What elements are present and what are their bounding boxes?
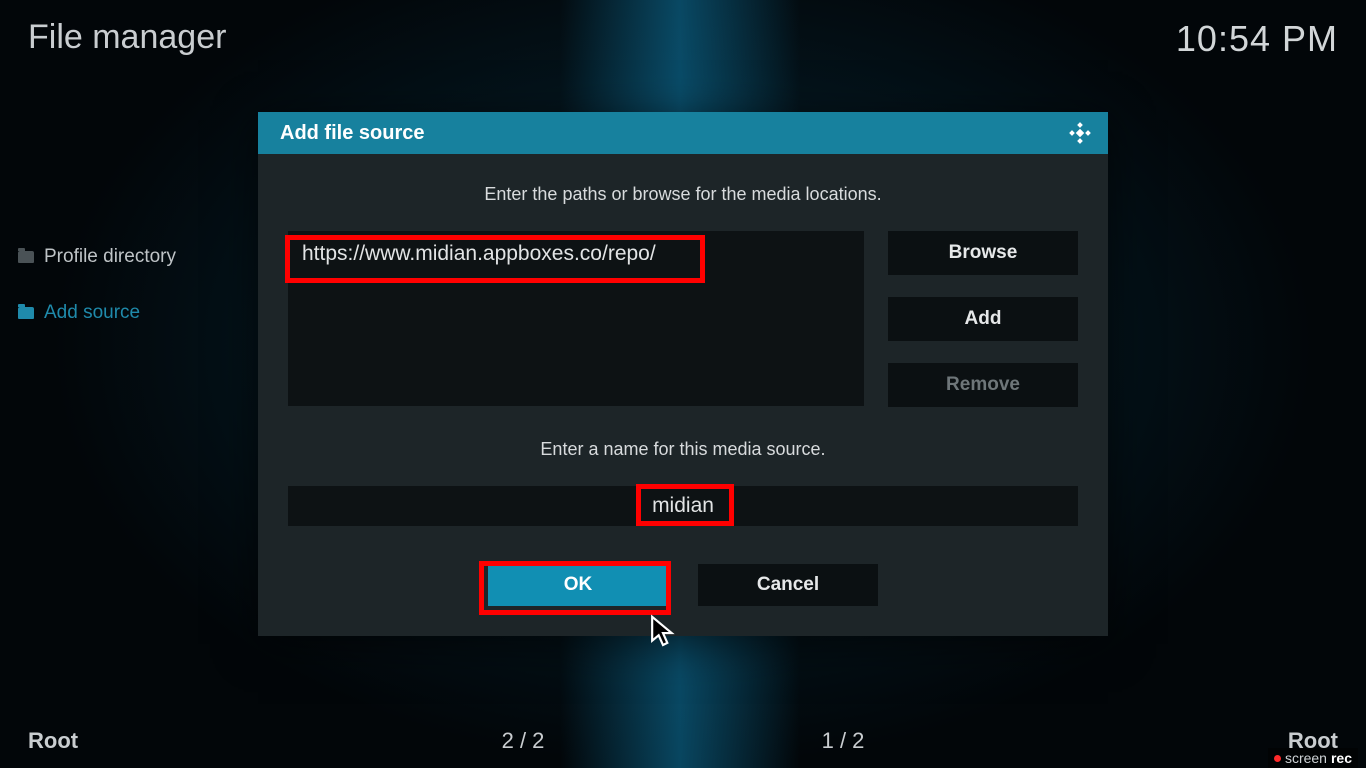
kodi-logo-icon [1068, 121, 1092, 145]
watermark-text-1: screen [1285, 750, 1327, 766]
page-title: File manager [28, 18, 226, 57]
paths-listbox[interactable]: https://www.midian.appboxes.co/repo/ [288, 231, 864, 406]
source-name-input[interactable]: midian [288, 486, 1078, 526]
name-instruction: Enter a name for this media source. [288, 439, 1078, 460]
source-url-input[interactable]: https://www.midian.appboxes.co/repo/ [288, 231, 864, 277]
footer-bar: Root 2 / 2 1 / 2 Root [28, 728, 1338, 754]
screenrec-watermark: screen rec [1268, 748, 1358, 768]
watermark-text-2: rec [1331, 750, 1352, 766]
add-button[interactable]: Add [888, 297, 1078, 341]
add-file-source-dialog: Add file source Enter the paths or brows… [258, 112, 1108, 636]
sidebar-item-label: Profile directory [44, 246, 176, 268]
folder-icon [18, 307, 34, 319]
folder-icon [18, 251, 34, 263]
record-dot-icon [1274, 755, 1281, 762]
footer-left-root: Root [28, 728, 78, 754]
dialog-body: Enter the paths or browse for the media … [258, 154, 1108, 636]
remove-button: Remove [888, 363, 1078, 407]
pager-left: 2 / 2 [363, 728, 683, 754]
ok-button[interactable]: OK [488, 564, 668, 606]
app-header: File manager 10:54 PM [28, 18, 1338, 60]
paths-instruction: Enter the paths or browse for the media … [288, 184, 1078, 205]
clock: 10:54 PM [1176, 18, 1338, 60]
dialog-header: Add file source [258, 112, 1108, 154]
dialog-title: Add file source [280, 122, 424, 145]
browse-button[interactable]: Browse [888, 231, 1078, 275]
sidebar-item-profile-directory[interactable]: Profile directory [18, 246, 258, 268]
file-sidebar: Profile directory Add source [18, 246, 258, 358]
sidebar-item-label: Add source [44, 302, 140, 324]
cancel-button[interactable]: Cancel [698, 564, 878, 606]
sidebar-item-add-source[interactable]: Add source [18, 302, 258, 324]
pager-right: 1 / 2 [683, 728, 1003, 754]
